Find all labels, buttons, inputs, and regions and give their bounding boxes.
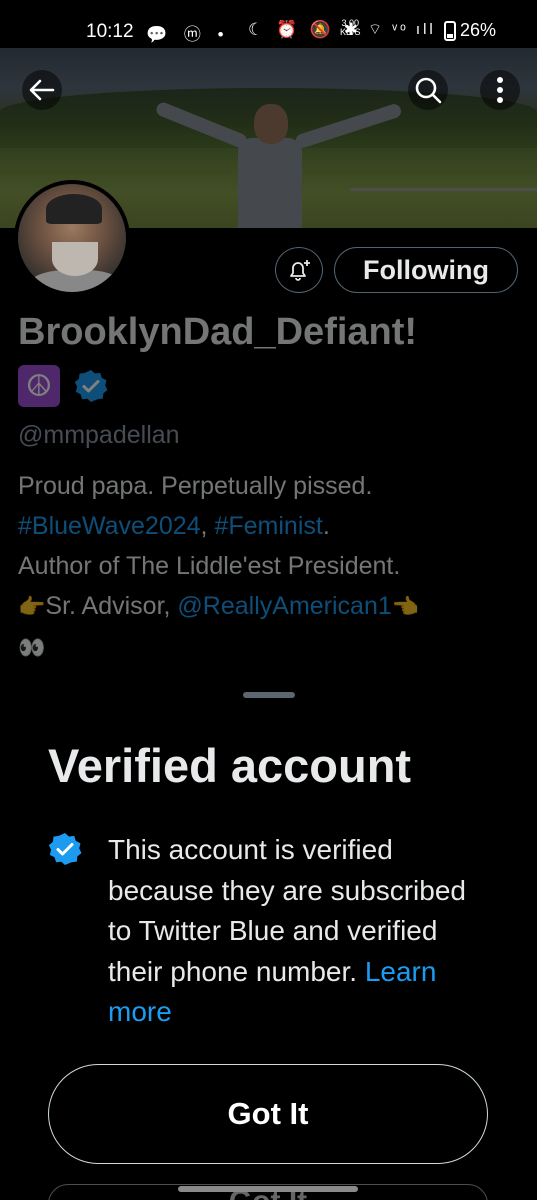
- battery-level: 26%: [460, 20, 497, 40]
- verified-badge-icon[interactable]: [74, 369, 108, 403]
- status-time: 10:12: [86, 21, 134, 42]
- bio-period: .: [322, 512, 330, 540]
- more-options-button[interactable]: [480, 70, 520, 110]
- net-speed: 3.00 KB/S: [340, 19, 361, 37]
- verified-badge-icon: [48, 833, 82, 865]
- net-speed-unit: KB/S: [340, 27, 361, 37]
- status-bar: 10:12 💬 ⓜ • ☾ ⏰ 🔕 ✱ 3.00 KB/S ⌔ ᵛᵒ ıll 2…: [0, 0, 537, 48]
- verified-account-sheet: Verified account This account is verifie…: [0, 678, 537, 1200]
- notifications-button[interactable]: [275, 247, 323, 293]
- sheet-description: This account is verified because they ar…: [108, 830, 488, 1033]
- sheet-title: Verified account: [48, 739, 412, 792]
- notification-icons: 💬 ⓜ •: [146, 25, 230, 44]
- profile-info: BrooklynDad_Defiant! ☮ @mmpadellan Proud…: [18, 308, 523, 668]
- pointing-right-icon: 👉: [18, 594, 46, 619]
- bio-line: 👉Sr. Advisor, @ReallyAmerican1👈: [18, 586, 523, 627]
- hashtag-link[interactable]: #Feminist: [214, 512, 322, 540]
- bell-plus-icon: [290, 260, 310, 281]
- bio-line: 👀: [18, 627, 523, 668]
- sheet-drag-handle[interactable]: [243, 692, 295, 698]
- arrow-left-icon: [29, 79, 55, 101]
- bio-separator: ,: [200, 512, 215, 540]
- back-button[interactable]: [22, 70, 62, 110]
- avatar[interactable]: [14, 180, 130, 296]
- badge-row: ☮: [18, 364, 523, 408]
- gesture-nav-bar[interactable]: [178, 1186, 358, 1192]
- hashtag-link[interactable]: #BlueWave2024: [18, 512, 201, 540]
- handle: @mmpadellan: [18, 421, 180, 449]
- mention-link[interactable]: @ReallyAmerican1: [177, 592, 391, 620]
- pointing-left-icon: 👈: [391, 594, 420, 619]
- bio: Proud papa. Perpetually pissed. #BlueWav…: [18, 466, 523, 668]
- following-button[interactable]: Following: [334, 247, 518, 293]
- peace-icon: ☮: [18, 365, 60, 407]
- battery-indicator: 26%: [444, 20, 496, 41]
- got-it-button[interactable]: Got It: [48, 1064, 488, 1164]
- eyes-icon: 👀: [18, 635, 46, 660]
- search-icon: [415, 77, 442, 104]
- signal-icons: ⌔ ᵛᵒ ıll: [368, 21, 436, 38]
- more-vertical-icon: [497, 77, 503, 103]
- search-button[interactable]: [408, 70, 448, 110]
- bio-line: Author of The Liddle'est President.: [18, 552, 401, 580]
- bio-line: Proud papa. Perpetually pissed.: [18, 472, 373, 500]
- bio-advisor: Sr. Advisor,: [45, 592, 178, 620]
- battery-icon: [444, 20, 456, 41]
- display-name: BrooklynDad_Defiant!: [18, 311, 418, 353]
- bio-line: #BlueWave2024, #Feminist.: [18, 506, 523, 546]
